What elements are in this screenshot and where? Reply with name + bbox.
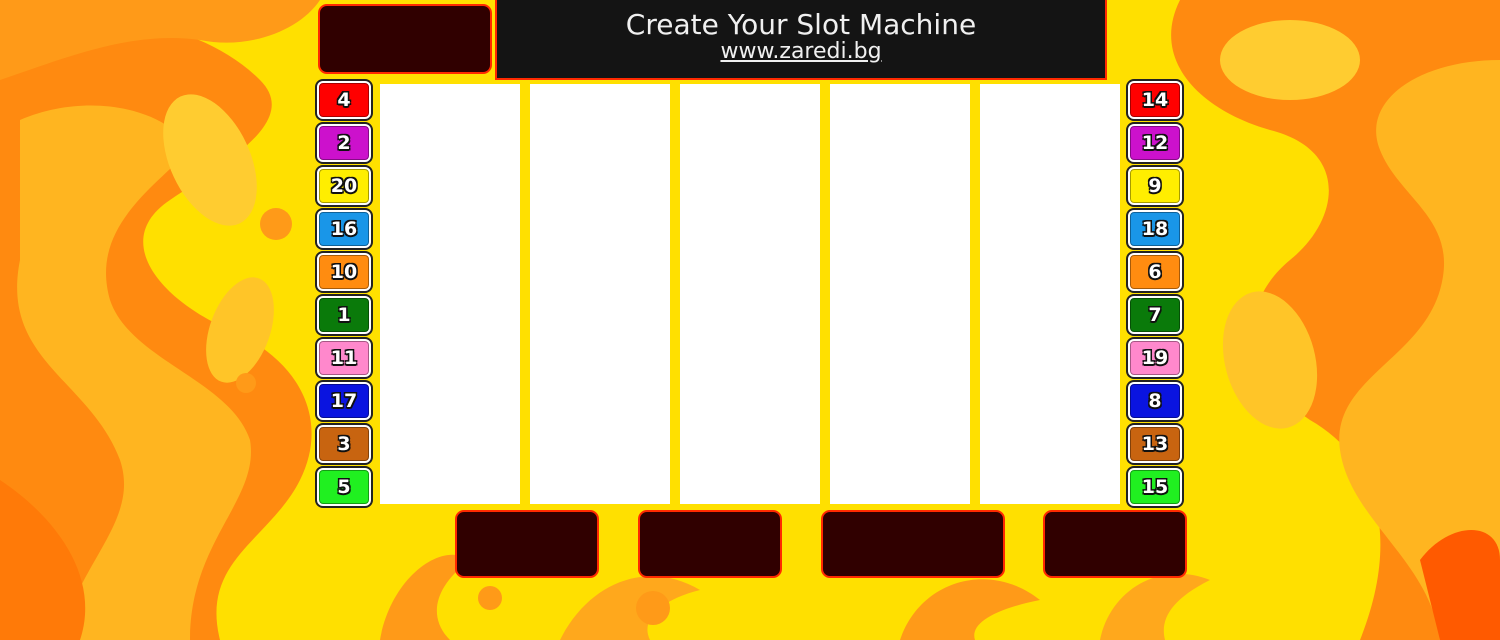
- payline-number: 16: [330, 218, 358, 240]
- control-button-2[interactable]: [638, 510, 782, 578]
- payline-number: 12: [1141, 132, 1169, 154]
- control-button-1[interactable]: [455, 510, 599, 578]
- reel-2: [530, 84, 670, 504]
- payline-badge[interactable]: 6: [1128, 253, 1182, 291]
- payline-badge[interactable]: 14: [1128, 81, 1182, 119]
- title-panel: Create Your Slot Machine www.zaredi.bg: [495, 0, 1107, 80]
- payline-number: 10: [330, 261, 358, 283]
- reel-3: [680, 84, 820, 504]
- payline-number: 18: [1141, 218, 1169, 240]
- payline-number: 20: [330, 175, 358, 197]
- payline-badge[interactable]: 2: [317, 124, 371, 162]
- payline-number: 9: [1148, 175, 1162, 197]
- payline-number: 4: [337, 89, 351, 111]
- payline-badge[interactable]: 11: [317, 339, 371, 377]
- payline-number: 3: [337, 433, 351, 455]
- payline-badge[interactable]: 12: [1128, 124, 1182, 162]
- payline-badge[interactable]: 18: [1128, 210, 1182, 248]
- reel-1: [380, 84, 520, 504]
- payline-badge[interactable]: 16: [317, 210, 371, 248]
- credit-display: [318, 4, 492, 74]
- payline-number: 8: [1148, 390, 1162, 412]
- payline-number: 15: [1141, 476, 1169, 498]
- payline-number: 7: [1148, 304, 1162, 326]
- page-title: Create Your Slot Machine: [625, 8, 977, 41]
- payline-number: 13: [1141, 433, 1169, 455]
- payline-badge[interactable]: 5: [317, 468, 371, 506]
- payline-badge[interactable]: 10: [317, 253, 371, 291]
- payline-badge[interactable]: 13: [1128, 425, 1182, 463]
- payline-badge[interactable]: 4: [317, 81, 371, 119]
- payline-badge[interactable]: 7: [1128, 296, 1182, 334]
- site-link[interactable]: www.zaredi.bg: [720, 39, 881, 65]
- payline-badge[interactable]: 3: [317, 425, 371, 463]
- payline-badge[interactable]: 17: [317, 382, 371, 420]
- payline-badge[interactable]: 20: [317, 167, 371, 205]
- control-button-4[interactable]: [1043, 510, 1187, 578]
- reel-4: [830, 84, 970, 504]
- payline-number: 6: [1148, 261, 1162, 283]
- payline-number: 1: [337, 304, 351, 326]
- payline-number: 19: [1141, 347, 1169, 369]
- reel-5: [980, 84, 1120, 504]
- payline-badge[interactable]: 15: [1128, 468, 1182, 506]
- payline-badge[interactable]: 1: [317, 296, 371, 334]
- payline-number: 14: [1141, 89, 1169, 111]
- payline-number: 11: [330, 347, 358, 369]
- payline-number: 5: [337, 476, 351, 498]
- payline-badge[interactable]: 9: [1128, 167, 1182, 205]
- control-button-3[interactable]: [821, 510, 1005, 578]
- payline-number: 17: [330, 390, 358, 412]
- payline-number: 2: [337, 132, 351, 154]
- payline-badge[interactable]: 8: [1128, 382, 1182, 420]
- payline-badge[interactable]: 19: [1128, 339, 1182, 377]
